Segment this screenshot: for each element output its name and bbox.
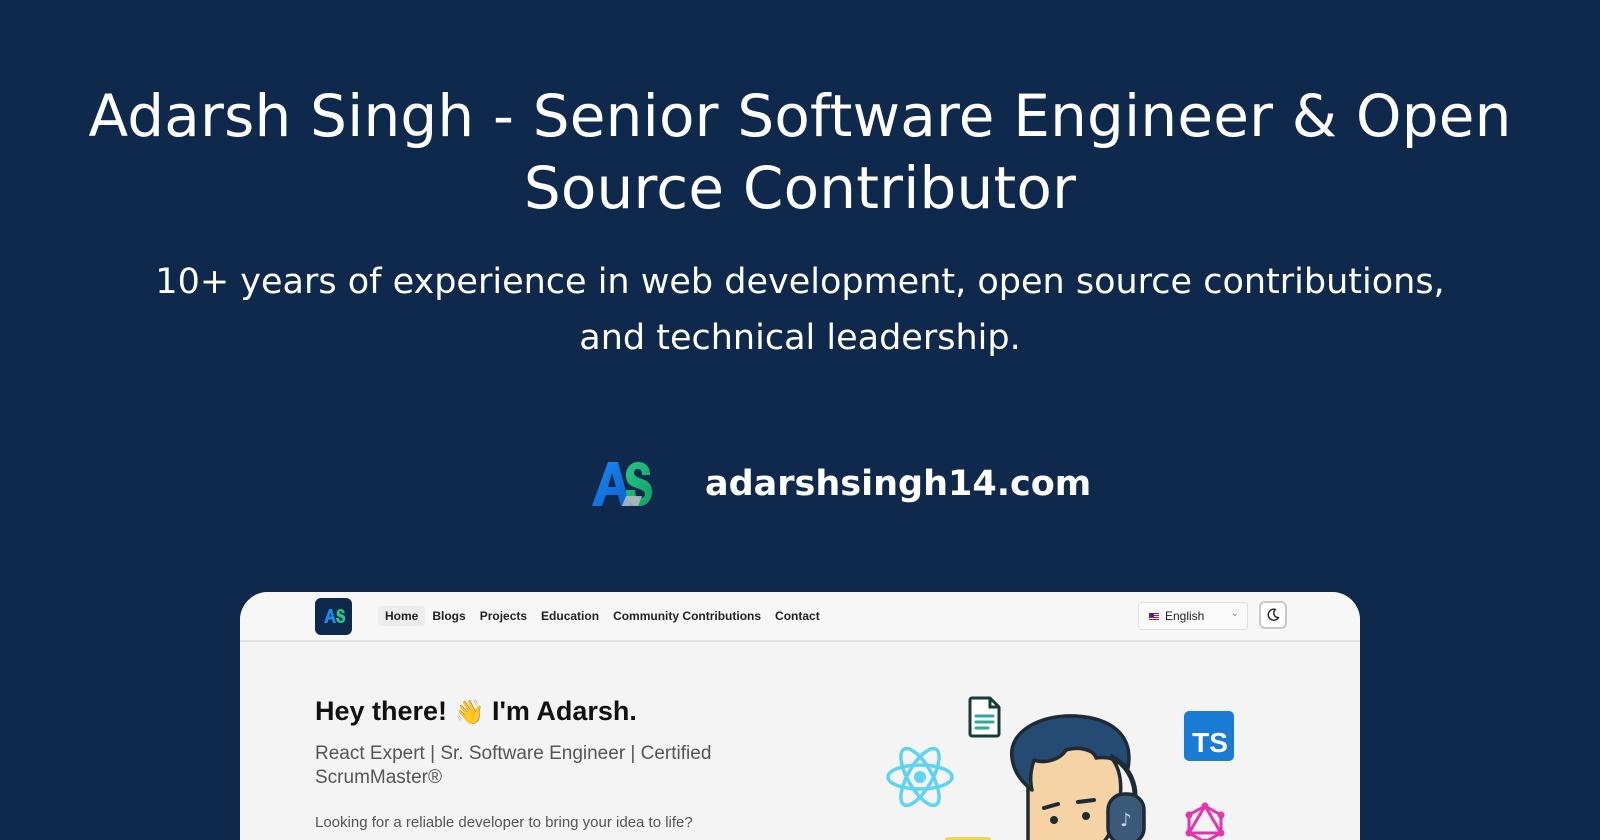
og-card: Adarsh Singh - Senior Software Engineer …	[0, 0, 1600, 840]
moon-icon	[1267, 608, 1280, 621]
typescript-icon: TS	[1184, 711, 1234, 761]
language-value: English	[1165, 609, 1205, 623]
waving-hand-icon: 👋	[454, 698, 485, 726]
typescript-badge-text: TS	[1192, 727, 1228, 758]
brand-row: adarshsingh14.com	[0, 456, 1600, 516]
website-preview: Home Blogs Projects Education Community …	[240, 592, 1360, 840]
nav-education[interactable]: Education	[534, 606, 606, 626]
nav-links: Home Blogs Projects Education Community …	[378, 606, 827, 626]
og-domain: adarshsingh14.com	[705, 464, 1092, 504]
graphql-icon	[1185, 802, 1225, 840]
theme-toggle-button[interactable]	[1259, 601, 1287, 629]
nav-community-contributions[interactable]: Community Contributions	[606, 606, 768, 626]
site-logo[interactable]	[315, 598, 352, 635]
music-note-icon: ♪	[1120, 810, 1132, 831]
site-navbar: Home Blogs Projects Education Community …	[240, 592, 1360, 642]
react-icon	[886, 746, 954, 808]
hero-greeting-start: Hey there!	[315, 696, 448, 726]
nav-blogs[interactable]: Blogs	[425, 606, 472, 626]
developer-avatar: ♪	[1010, 714, 1146, 840]
og-headline: Adarsh Singh - Senior Software Engineer …	[88, 82, 1512, 222]
og-subline: 10+ years of experience in web developme…	[155, 262, 1445, 358]
language-select[interactable]: English ⌄	[1138, 602, 1248, 630]
chevron-down-icon: ⌄	[1230, 608, 1239, 619]
hero-greeting-end: I'm Adarsh.	[491, 696, 637, 726]
document-icon	[968, 696, 1001, 738]
nav-projects[interactable]: Projects	[473, 606, 534, 626]
nav-home[interactable]: Home	[378, 606, 426, 626]
as-logo-icon	[324, 609, 346, 623]
hero-subtitle: React Expert | Sr. Software Engineer | C…	[315, 743, 712, 788]
us-flag-icon	[1149, 612, 1159, 620]
nav-contact[interactable]: Contact	[768, 606, 827, 626]
hero-description: Looking for a reliable developer to brin…	[315, 814, 693, 831]
hero-greeting: Hey there! 👋 I'm Adarsh.	[315, 696, 637, 727]
as-logo-icon	[592, 462, 652, 506]
